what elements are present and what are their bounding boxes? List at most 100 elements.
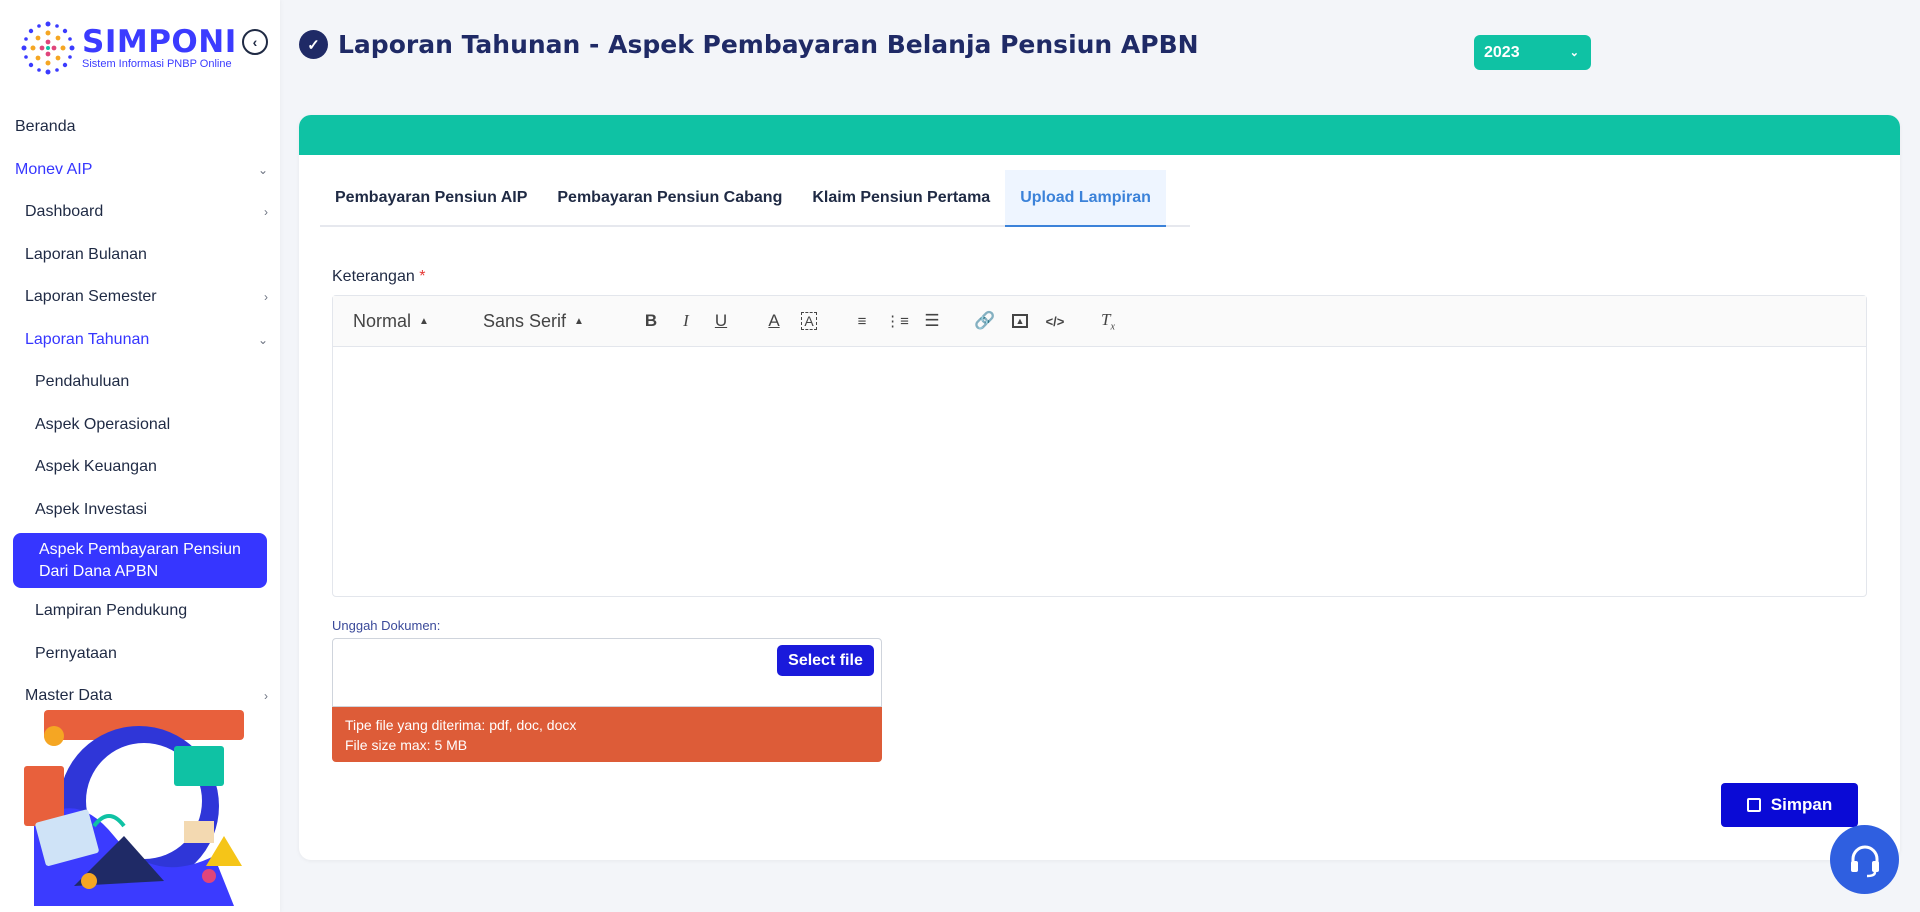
highlight-icon: A bbox=[801, 312, 817, 330]
file-dropzone[interactable]: Select file bbox=[332, 638, 882, 707]
sidebar-item-label: Dashboard bbox=[25, 203, 104, 221]
sidebar-item-dashboard[interactable]: Dashboard › bbox=[0, 191, 280, 234]
tab-pembayaran-pensiun-aip[interactable]: Pembayaran Pensiun AIP bbox=[320, 170, 542, 225]
chevron-down-icon: ⌄ bbox=[257, 162, 268, 177]
updown-icon: ▲ bbox=[574, 315, 584, 327]
accepted-types-text: Tipe file yang diterima: pdf, doc, docx bbox=[345, 717, 577, 733]
tab-upload-lampiran[interactable]: Upload Lampiran bbox=[1005, 170, 1166, 227]
format-value: Normal bbox=[353, 310, 412, 331]
app-logo[interactable]: SIMPONI Sistem Informasi PNBP Online bbox=[18, 18, 237, 78]
sidebar-item-laporan-tahunan[interactable]: Laporan Tahunan ⌄ bbox=[0, 319, 280, 362]
required-mark: * bbox=[419, 268, 426, 285]
font-value: Sans Serif bbox=[483, 310, 567, 331]
tab-klaim-pensiun-pertama[interactable]: Klaim Pensiun Pertama bbox=[797, 170, 1005, 225]
sidebar-item-aspek-investasi[interactable]: Aspek Investasi bbox=[0, 489, 280, 532]
headset-icon bbox=[1850, 845, 1879, 877]
chevron-left-icon: ‹ bbox=[252, 34, 258, 50]
sidebar-item-label: Laporan Tahunan bbox=[25, 330, 150, 348]
sidebar-item-aspek-pembayaran-pensiun[interactable]: Aspek Pembayaran Pensiun Dari Dana APBN bbox=[13, 533, 267, 588]
sidebar-item-label: Laporan Semester bbox=[25, 288, 157, 306]
collapse-sidebar-button[interactable]: ‹ bbox=[242, 29, 268, 55]
bullet-list-icon: ⋮≡ bbox=[885, 313, 909, 330]
link-button[interactable]: 🔗 bbox=[972, 308, 998, 334]
align-left-icon: ☰ bbox=[924, 311, 940, 330]
sidebar-item-label: Pendahuluan bbox=[35, 373, 130, 391]
year-select[interactable]: 2023 ⌄ bbox=[1474, 35, 1591, 70]
sidebar-item-beranda[interactable]: Beranda bbox=[0, 106, 280, 149]
sidebar-item-pendahuluan[interactable]: Pendahuluan bbox=[0, 361, 280, 404]
sidebar-item-label: Master Data bbox=[25, 687, 113, 705]
bold-icon: B bbox=[644, 311, 658, 330]
sidebar-item-label: Aspek Keuangan bbox=[35, 458, 157, 476]
tab-label: Klaim Pensiun Pertama bbox=[812, 188, 991, 206]
card-header-bar bbox=[299, 115, 1900, 155]
upload-label: Unggah Dokumen: bbox=[332, 618, 441, 633]
sidebar-item-lampiran-pendukung[interactable]: Lampiran Pendukung bbox=[0, 590, 280, 633]
sidebar-nav: Beranda Monev AIP ⌄ Dashboard › Laporan Bu… bbox=[0, 106, 280, 718]
sidebar-item-aspek-keuangan[interactable]: Aspek Keuangan bbox=[0, 446, 280, 489]
tab-pembayaran-pensiun-cabang[interactable]: Pembayaran Pensiun Cabang bbox=[542, 170, 797, 225]
sidebar-item-label: Lampiran Pendukung bbox=[35, 602, 188, 620]
ordered-list-icon: ≡ bbox=[857, 312, 867, 330]
help-support-button[interactable] bbox=[1830, 825, 1899, 894]
chevron-down-icon: ⌄ bbox=[257, 332, 268, 347]
sidebar-item-laporan-bulanan[interactable]: Laporan Bulanan bbox=[0, 234, 280, 277]
sidebar-item-pernyataan[interactable]: Pernyataan bbox=[0, 633, 280, 676]
bold-button[interactable]: B bbox=[638, 308, 664, 334]
format-select[interactable]: Normal ▲ bbox=[353, 311, 463, 332]
ordered-list-button[interactable]: ≡ bbox=[849, 308, 875, 334]
keterangan-label-text: Keterangan bbox=[332, 268, 415, 285]
brand-tagline: Sistem Informasi PNBP Online bbox=[82, 58, 232, 70]
image-icon: ▲ bbox=[1012, 314, 1028, 328]
sidebar-illustration bbox=[24, 710, 244, 906]
page-title-text: Laporan Tahunan - Aspek Pembayaran Belan… bbox=[338, 30, 1199, 59]
code-icon: </> bbox=[1045, 313, 1065, 329]
save-button[interactable]: Simpan bbox=[1721, 783, 1858, 827]
max-size-text: File size max: 5 MB bbox=[345, 737, 468, 753]
updown-icon: ▲ bbox=[419, 315, 429, 327]
code-button[interactable]: </> bbox=[1042, 308, 1068, 334]
logo-mark-icon bbox=[21, 21, 75, 75]
underline-icon: U bbox=[714, 311, 728, 330]
clear-format-button[interactable]: Tx bbox=[1095, 308, 1121, 334]
sidebar-item-label: Aspek Operasional bbox=[35, 415, 171, 433]
brand-name: SIMPONI bbox=[82, 24, 237, 60]
italic-button[interactable]: I bbox=[673, 308, 699, 334]
keterangan-label: Keterangan * bbox=[332, 268, 425, 286]
text-color-button[interactable]: A bbox=[761, 308, 787, 334]
sidebar-item-laporan-semester[interactable]: Laporan Semester › bbox=[0, 276, 280, 319]
font-select[interactable]: Sans Serif ▲ bbox=[483, 311, 638, 332]
link-icon: 🔗 bbox=[974, 311, 996, 330]
year-value: 2023 bbox=[1484, 43, 1520, 61]
tab-label: Pembayaran Pensiun AIP bbox=[335, 188, 528, 206]
page-title: ✓ Laporan Tahunan - Aspek Pembayaran Bel… bbox=[299, 30, 1199, 59]
underline-button[interactable]: U bbox=[708, 308, 734, 334]
tab-bar: Pembayaran Pensiun AIP Pembayaran Pensiu… bbox=[320, 170, 1190, 227]
editor-content[interactable] bbox=[333, 347, 1866, 597]
chevron-right-icon: › bbox=[264, 290, 268, 305]
align-button[interactable]: ☰ bbox=[919, 308, 945, 334]
main-card: Pembayaran Pensiun AIP Pembayaran Pensiu… bbox=[299, 115, 1900, 860]
sidebar-item-aspek-operasional[interactable]: Aspek Operasional bbox=[0, 404, 280, 447]
background-color-button[interactable]: A bbox=[796, 308, 822, 334]
tab-label: Upload Lampiran bbox=[1020, 188, 1151, 206]
chevron-right-icon: › bbox=[264, 205, 268, 220]
sidebar-item-label: Beranda bbox=[15, 118, 76, 136]
sidebar-item-label: Aspek Investasi bbox=[35, 500, 148, 518]
bullet-list-button[interactable]: ⋮≡ bbox=[884, 308, 910, 334]
text-color-icon: A bbox=[768, 311, 780, 330]
chevron-right-icon: › bbox=[264, 689, 268, 704]
sidebar-item-label: Pernyataan bbox=[35, 644, 117, 662]
sidebar-item-label: Laporan Bulanan bbox=[25, 245, 147, 263]
rich-text-editor: Normal ▲ Sans Serif ▲ B I U A A ≡ ⋮≡ ☰ 🔗… bbox=[332, 295, 1867, 597]
select-file-button[interactable]: Select file bbox=[777, 645, 874, 676]
editor-toolbar: Normal ▲ Sans Serif ▲ B I U A A ≡ ⋮≡ ☰ 🔗… bbox=[333, 296, 1866, 347]
sidebar-item-label: Aspek Pembayaran Pensiun Dari Dana APBN bbox=[39, 540, 241, 580]
check-circle-icon: ✓ bbox=[299, 30, 328, 59]
save-label: Simpan bbox=[1770, 795, 1833, 814]
upload-info-box: Tipe file yang diterima: pdf, doc, docx … bbox=[332, 707, 882, 762]
image-button[interactable]: ▲ bbox=[1007, 308, 1033, 334]
italic-icon: I bbox=[683, 311, 689, 330]
clear-format-icon: Tx bbox=[1101, 309, 1115, 333]
sidebar-item-monev-aip[interactable]: Monev AIP ⌄ bbox=[0, 149, 280, 192]
